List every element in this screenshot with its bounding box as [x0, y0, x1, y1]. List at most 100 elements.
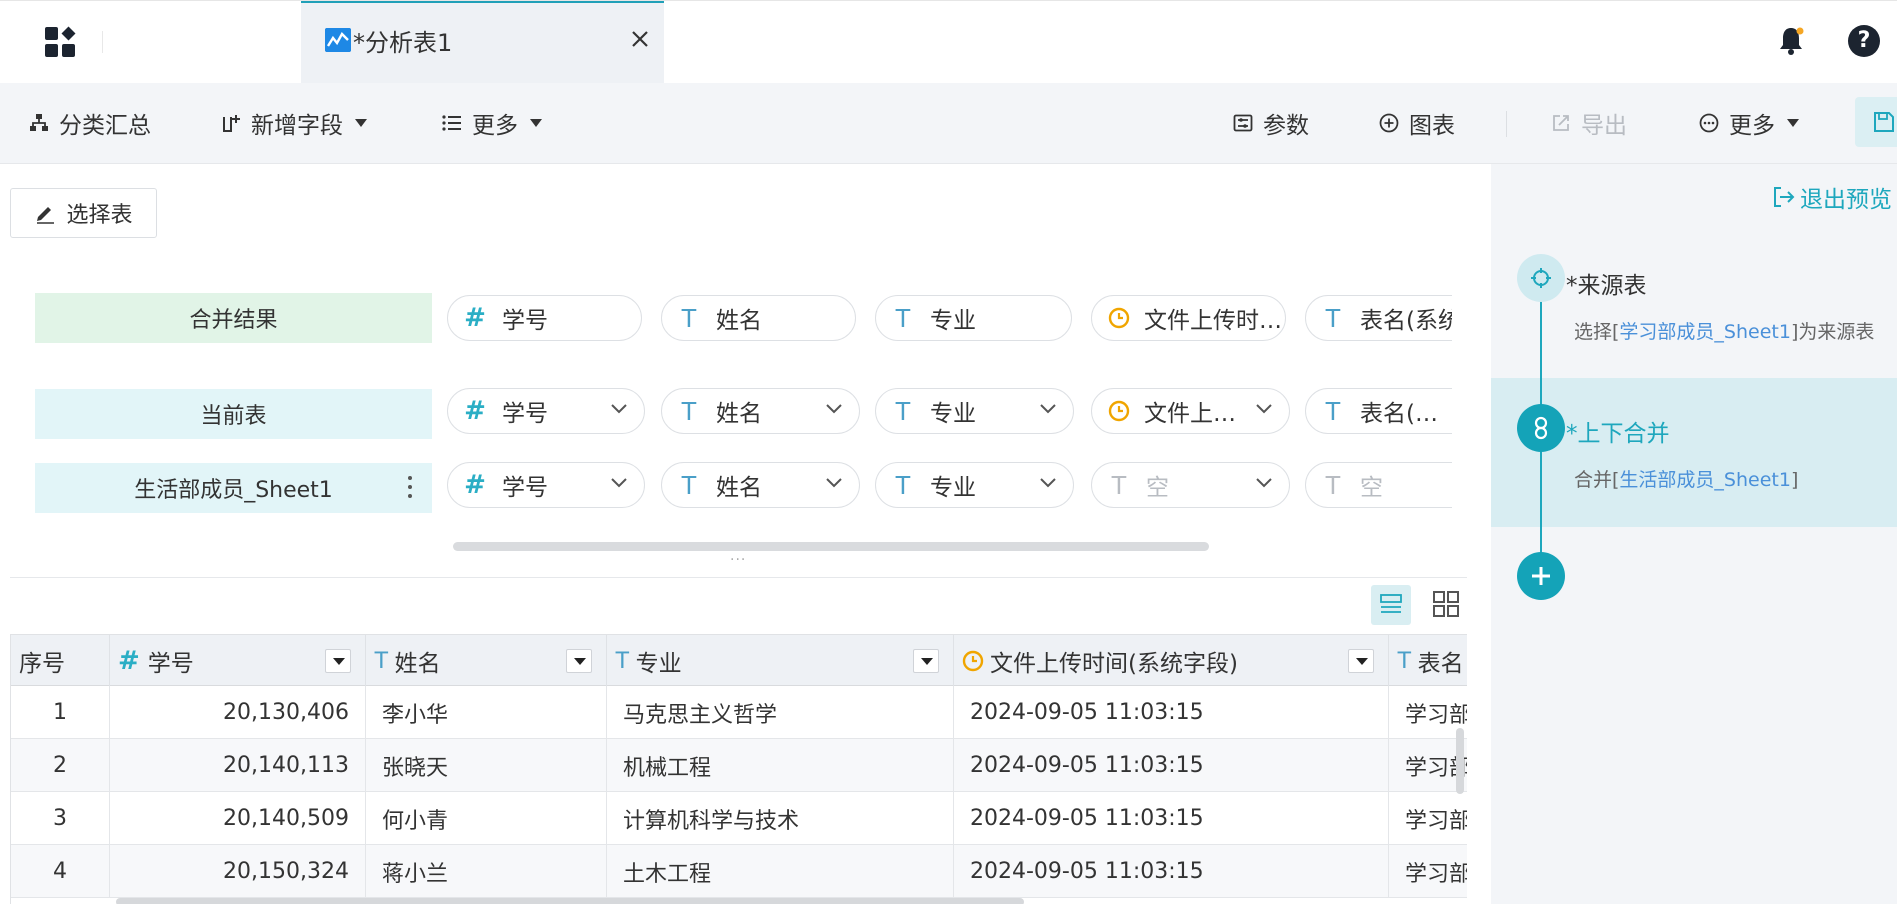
- cell-upload-time: 2024-09-05 11:03:15: [954, 845, 1389, 898]
- sheet-field-select[interactable]: T 空: [1091, 462, 1290, 508]
- current-field-select[interactable]: 文件上…: [1091, 388, 1290, 434]
- cell-name: 张晓天: [366, 739, 607, 792]
- column-dropdown-icon[interactable]: [566, 649, 592, 673]
- add-field-button[interactable]: 新增字段: [221, 105, 367, 141]
- tab-analysis-1[interactable]: *分析表1: [301, 1, 664, 84]
- result-field-pill[interactable]: # 学号: [447, 295, 642, 341]
- more-menu-right[interactable]: 更多: [1699, 105, 1799, 141]
- source-step-desc: 选择[学习部成员_Sheet1]为来源表: [1574, 317, 1874, 344]
- column-dropdown-icon[interactable]: [913, 649, 939, 673]
- vertical-scrollbar[interactable]: [1456, 728, 1464, 794]
- plus-icon: [1532, 567, 1550, 585]
- save-button[interactable]: [1855, 97, 1897, 147]
- source-table-link[interactable]: 学习部成员_Sheet1: [1619, 321, 1791, 343]
- result-field-label: 文件上传时…: [1144, 308, 1282, 334]
- add-step-button[interactable]: [1517, 552, 1565, 600]
- chevron-down-icon: [611, 404, 627, 414]
- sheet-field-select[interactable]: # 学号: [447, 462, 645, 508]
- header-student-id[interactable]: # 学号: [110, 635, 366, 687]
- chart-button[interactable]: 图表: [1379, 105, 1455, 141]
- panel-divider: [10, 577, 1467, 578]
- current-field-select[interactable]: # 学号: [447, 388, 645, 434]
- text-field-icon: T: [615, 647, 630, 674]
- grid-view-icon[interactable]: [1430, 588, 1462, 620]
- result-field-label: 专业: [930, 308, 976, 334]
- header-name[interactable]: T 姓名: [366, 635, 607, 687]
- group-summary-label: 分类汇总: [59, 113, 151, 139]
- result-field-label: 姓名: [716, 308, 762, 334]
- help-icon[interactable]: ?: [1848, 25, 1880, 57]
- merged-table-link[interactable]: 生活部成员_Sheet1: [1619, 469, 1791, 491]
- exit-preview-link[interactable]: 退出预览: [1772, 180, 1892, 214]
- table-row[interactable]: 2 20,140,113 张晓天 机械工程 2024-09-05 11:03:1…: [11, 739, 1467, 792]
- result-field-pill[interactable]: 文件上传时…: [1091, 295, 1286, 341]
- cell-index: 3: [11, 792, 110, 845]
- source-step-title[interactable]: *来源表: [1566, 266, 1647, 300]
- group-summary-button[interactable]: 分类汇总: [29, 105, 151, 141]
- header-upload-time[interactable]: 文件上传时间(系统字段): [954, 635, 1389, 687]
- result-field-pill[interactable]: T 表名(系统: [1305, 295, 1467, 341]
- horizontal-scrollbar[interactable]: [453, 542, 1209, 551]
- cell-upload-time: 2024-09-05 11:03:15: [954, 686, 1389, 739]
- current-field-select[interactable]: T 专业: [875, 388, 1074, 434]
- result-field-pill[interactable]: T 专业: [875, 295, 1072, 341]
- sheet-field-select[interactable]: T 专业: [875, 462, 1074, 508]
- current-field-label: 姓名: [716, 401, 762, 427]
- sheet-field-select[interactable]: T 姓名: [661, 462, 860, 508]
- header-major[interactable]: T 专业: [607, 635, 954, 687]
- exit-icon: [1774, 187, 1795, 207]
- cell-name: 李小华: [366, 686, 607, 739]
- result-field-pill[interactable]: T 姓名: [661, 295, 856, 341]
- column-dropdown-icon[interactable]: [1348, 649, 1374, 673]
- edit-icon: [37, 207, 55, 224]
- cell-name: 何小青: [366, 792, 607, 845]
- list-view-button[interactable]: [1371, 585, 1411, 625]
- chart-label: 图表: [1409, 113, 1455, 139]
- bell-icon[interactable]: [1776, 25, 1806, 57]
- caret-down-icon: [355, 119, 367, 127]
- text-field-icon: T: [1111, 469, 1127, 500]
- crosshair-icon: [1531, 268, 1551, 288]
- select-table-button[interactable]: 选择表: [10, 188, 157, 238]
- table-row[interactable]: 1 20,130,406 李小华 马克思主义哲学 2024-09-05 11:0…: [11, 686, 1467, 739]
- number-field-icon: #: [118, 646, 140, 676]
- desc-suffix: ]为来源表: [1790, 321, 1875, 343]
- current-field-label: 文件上…: [1144, 401, 1236, 427]
- cell-index: 4: [11, 845, 110, 898]
- table-row[interactable]: 4 20,150,324 蒋小兰 土木工程 2024-09-05 11:03:1…: [11, 845, 1467, 898]
- merge-step-node[interactable]: [1517, 404, 1565, 452]
- source-sheet-label: 生活部成员_Sheet1: [35, 463, 432, 513]
- chevron-down-icon: [826, 478, 842, 488]
- source-step-node[interactable]: [1517, 254, 1565, 302]
- table-row[interactable]: 3 20,140,509 何小青 计算机科学与技术 2024-09-05 11:…: [11, 792, 1467, 845]
- number-field-icon: #: [464, 396, 486, 426]
- header-table-name[interactable]: T 表名: [1389, 635, 1467, 687]
- params-label: 参数: [1263, 113, 1309, 139]
- cell-major: 机械工程: [607, 739, 954, 792]
- cell-major: 计算机科学与技术: [607, 792, 954, 845]
- current-field-select[interactable]: T 姓名: [661, 388, 860, 434]
- link-icon: [1534, 416, 1548, 440]
- hierarchy-icon: [30, 114, 48, 131]
- sheet-field-select[interactable]: T 空: [1305, 462, 1467, 508]
- cell-student-id: 20,130,406: [110, 686, 366, 739]
- current-field-select[interactable]: T 表名(…: [1305, 388, 1467, 434]
- desc-prefix: 合并[: [1574, 469, 1620, 491]
- export-button[interactable]: 导出: [1551, 105, 1627, 141]
- table-horizontal-scrollbar[interactable]: [116, 898, 1024, 904]
- chevron-down-icon: [1040, 478, 1056, 488]
- more-vertical-icon[interactable]: [408, 475, 412, 499]
- column-dropdown-icon[interactable]: [325, 649, 351, 673]
- resize-handle[interactable]: ···: [730, 552, 746, 568]
- header-label: 表名: [1417, 651, 1464, 677]
- text-field-icon: T: [895, 395, 911, 426]
- more-menu-left[interactable]: 更多: [442, 105, 542, 141]
- tab-title: *分析表1: [353, 29, 453, 57]
- cell-student-id: 20,150,324: [110, 845, 366, 898]
- apps-grid-icon[interactable]: [44, 26, 76, 58]
- sheet-field-label: 空: [1146, 475, 1169, 501]
- params-button[interactable]: 参数: [1233, 105, 1309, 141]
- close-icon[interactable]: [626, 25, 654, 53]
- select-table-label: 选择表: [66, 203, 133, 228]
- merge-step-title[interactable]: *上下合并: [1566, 414, 1670, 448]
